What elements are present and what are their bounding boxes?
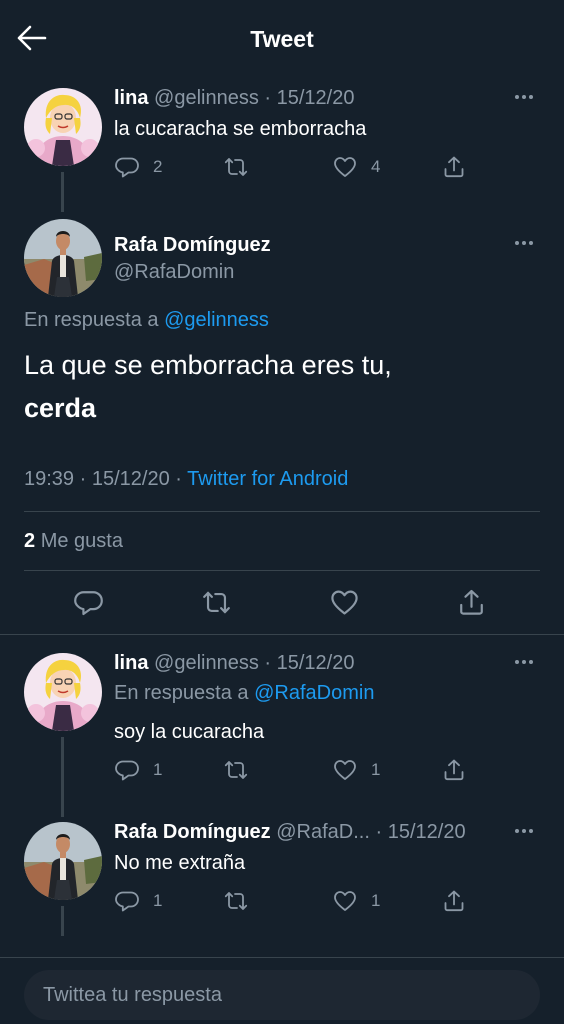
- tweet-header: lina @gelinness · 15/12/20: [114, 86, 354, 110]
- tweet-text: soy la cucaracha: [114, 721, 265, 743]
- likes-label: Me gusta: [40, 530, 123, 552]
- like-button[interactable]: 1: [333, 889, 380, 913]
- reply-button[interactable]: 2: [115, 155, 162, 179]
- tweet-date[interactable]: 15/12/20: [277, 652, 355, 674]
- tweet-time[interactable]: 19:39: [24, 468, 74, 490]
- separator: ·: [264, 87, 272, 109]
- reply-context: En respuesta a @RafaDomin: [114, 681, 374, 705]
- separator: ·: [175, 468, 182, 490]
- reply-button[interactable]: 1: [115, 758, 162, 782]
- divider: [24, 511, 540, 512]
- thread-line: [61, 737, 64, 817]
- share-button[interactable]: [457, 588, 486, 617]
- retweet-icon: [224, 889, 248, 913]
- reply-prefix: En respuesta a: [24, 309, 159, 331]
- tweet-date[interactable]: 15/12/20: [388, 821, 466, 843]
- reply-input[interactable]: [24, 970, 540, 1020]
- more-options-icon[interactable]: [515, 241, 533, 245]
- tweet-text: la cucaracha se emborracha: [114, 118, 367, 140]
- avatar[interactable]: [24, 88, 102, 166]
- author-name[interactable]: Rafa Domínguez: [114, 233, 271, 257]
- like-count: 1: [371, 760, 381, 779]
- reply-prefix: En respuesta a: [114, 682, 249, 704]
- reply-icon: [74, 588, 103, 617]
- reply-icon: [115, 889, 139, 913]
- reply-button[interactable]: 1: [115, 889, 162, 913]
- retweet-icon: [224, 155, 248, 179]
- tweet-source[interactable]: Twitter for Android: [187, 468, 348, 490]
- divider: [0, 634, 564, 635]
- author-name[interactable]: lina: [114, 87, 148, 109]
- avatar[interactable]: [24, 219, 102, 297]
- share-button[interactable]: [442, 155, 466, 179]
- retweet-icon: [202, 588, 231, 617]
- tweet-header: lina @gelinness · 15/12/20: [114, 651, 354, 675]
- mention-link[interactable]: @RafaDomin: [254, 682, 374, 704]
- author-name[interactable]: lina: [114, 652, 148, 674]
- thread-line: [61, 172, 64, 212]
- likes-stat[interactable]: 2 Me gusta: [24, 529, 123, 553]
- heart-icon: [333, 155, 357, 179]
- like-button[interactable]: 1: [333, 758, 380, 782]
- mention-link[interactable]: @gelinness: [164, 309, 269, 331]
- heart-icon: [333, 758, 357, 782]
- more-options-icon[interactable]: [515, 95, 533, 99]
- retweet-button[interactable]: [224, 889, 248, 913]
- reply-button[interactable]: [74, 588, 103, 617]
- more-options-icon[interactable]: [515, 829, 533, 833]
- divider: [24, 570, 540, 571]
- tweet-text-line1: La que se emborracha eres tu,: [24, 350, 392, 380]
- share-button[interactable]: [442, 889, 466, 913]
- tweet-text: No me extraña: [114, 852, 246, 874]
- reply-icon: [115, 155, 139, 179]
- tweet-text-line2: cerda: [24, 393, 97, 423]
- tweet-meta: 19:39 · 15/12/20 · Twitter for Android: [24, 467, 348, 491]
- like-count: 1: [371, 891, 381, 910]
- like-button[interactable]: 4: [333, 155, 380, 179]
- like-button[interactable]: [330, 588, 359, 617]
- retweet-button[interactable]: [224, 758, 248, 782]
- reply-icon: [115, 758, 139, 782]
- share-icon: [442, 758, 466, 782]
- more-options-icon[interactable]: [515, 660, 533, 664]
- retweet-icon: [224, 758, 248, 782]
- likes-count: 2: [24, 530, 36, 552]
- like-count: 4: [371, 157, 381, 176]
- share-icon: [442, 155, 466, 179]
- author-handle[interactable]: @RafaD...: [276, 821, 370, 843]
- share-icon: [442, 889, 466, 913]
- avatar[interactable]: [24, 653, 102, 731]
- author-handle[interactable]: @gelinness: [154, 652, 259, 674]
- separator: ·: [375, 821, 383, 843]
- retweet-button[interactable]: [202, 588, 231, 617]
- author-name[interactable]: Rafa Domínguez: [114, 821, 271, 843]
- reply-context: En respuesta a @gelinness: [24, 308, 269, 332]
- thread-line: [61, 906, 64, 936]
- share-icon: [457, 588, 486, 617]
- heart-icon: [333, 889, 357, 913]
- tweet-header: Rafa Domínguez @RafaD... · 15/12/20: [114, 820, 466, 844]
- author-handle[interactable]: @RafaDomin: [114, 260, 234, 284]
- retweet-button[interactable]: [224, 155, 248, 179]
- share-button[interactable]: [442, 758, 466, 782]
- separator: ·: [79, 468, 87, 490]
- reply-count: 2: [153, 157, 163, 176]
- separator: ·: [264, 652, 272, 674]
- avatar[interactable]: [24, 822, 102, 900]
- divider: [0, 957, 564, 958]
- page-title: Tweet: [250, 26, 314, 52]
- tweet-date[interactable]: 15/12/20: [277, 87, 355, 109]
- author-handle[interactable]: @gelinness: [154, 87, 259, 109]
- reply-count: 1: [153, 760, 163, 779]
- tweet-date[interactable]: 15/12/20: [92, 468, 170, 490]
- reply-count: 1: [153, 891, 163, 910]
- reply-composer: [24, 970, 540, 1020]
- heart-icon: [330, 588, 359, 617]
